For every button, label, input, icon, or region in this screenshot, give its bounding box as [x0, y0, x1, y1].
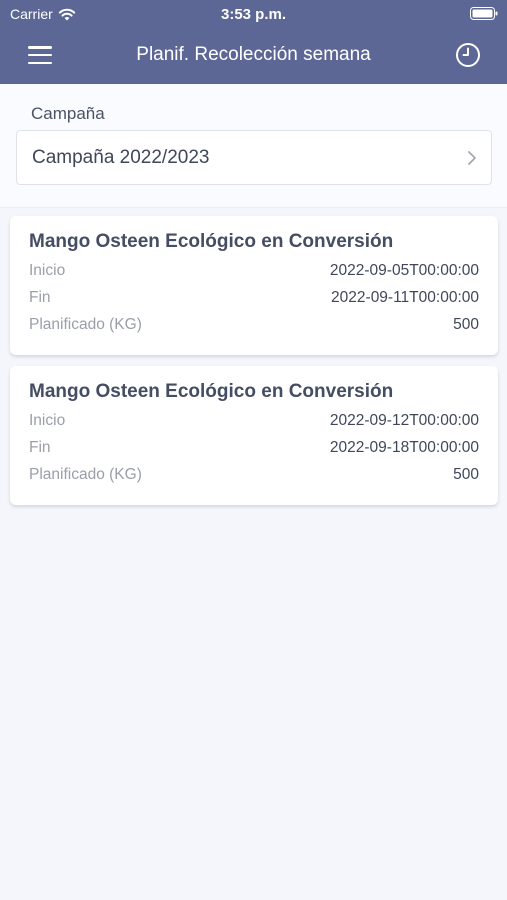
end-label: Fin [29, 289, 51, 306]
start-row: Inicio 2022-09-12T00:00:00 [29, 412, 479, 432]
chevron-right-icon [468, 151, 476, 165]
card-title: Mango Osteen Ecológico en Conversión [29, 231, 394, 252]
card-title: Mango Osteen Ecológico en Conversión [29, 381, 394, 402]
end-label: Fin [29, 439, 51, 456]
planned-value: 500 [453, 466, 479, 483]
end-value: 2022-09-11T00:00:00 [331, 289, 479, 306]
planning-card[interactable]: Mango Osteen Ecológico en Conversión Ini… [10, 366, 498, 505]
start-value: 2022-09-05T00:00:00 [329, 262, 479, 279]
planning-card[interactable]: Mango Osteen Ecológico en Conversión Ini… [10, 216, 498, 355]
start-row: Inicio 2022-09-05T00:00:00 [29, 262, 479, 282]
app-header: Carrier 3:53 p.m. Planif. Recolección se… [0, 0, 507, 84]
planned-label: Planificado (KG) [29, 316, 142, 333]
nav-bar: Planif. Recolección semana [0, 28, 507, 84]
campaign-value: Campaña 2022/2023 [32, 147, 210, 168]
start-value: 2022-09-12T00:00:00 [329, 412, 479, 429]
campaign-selector[interactable]: Campaña 2022/2023 [16, 130, 492, 185]
planned-row: Planificado (KG) 500 [29, 316, 479, 336]
campaign-label: Campaña [31, 104, 105, 123]
battery-icon [470, 7, 498, 20]
planned-value: 500 [453, 316, 479, 333]
campaign-section: Campaña Campaña 2022/2023 [0, 84, 507, 208]
hamburger-menu-icon[interactable] [22, 43, 58, 67]
planned-row: Planificado (KG) 500 [29, 466, 479, 486]
planned-label: Planificado (KG) [29, 466, 142, 483]
status-bar: Carrier 3:53 p.m. [0, 0, 507, 28]
start-label: Inicio [29, 412, 66, 429]
end-row: Fin 2022-09-18T00:00:00 [29, 439, 479, 459]
status-time: 3:53 p.m. [220, 6, 287, 23]
start-label: Inicio [29, 262, 66, 279]
clock-icon[interactable] [455, 42, 481, 68]
end-value: 2022-09-18T00:00:00 [329, 439, 479, 456]
end-row: Fin 2022-09-11T00:00:00 [29, 289, 479, 309]
page-title: Planif. Recolección semana [136, 44, 371, 65]
